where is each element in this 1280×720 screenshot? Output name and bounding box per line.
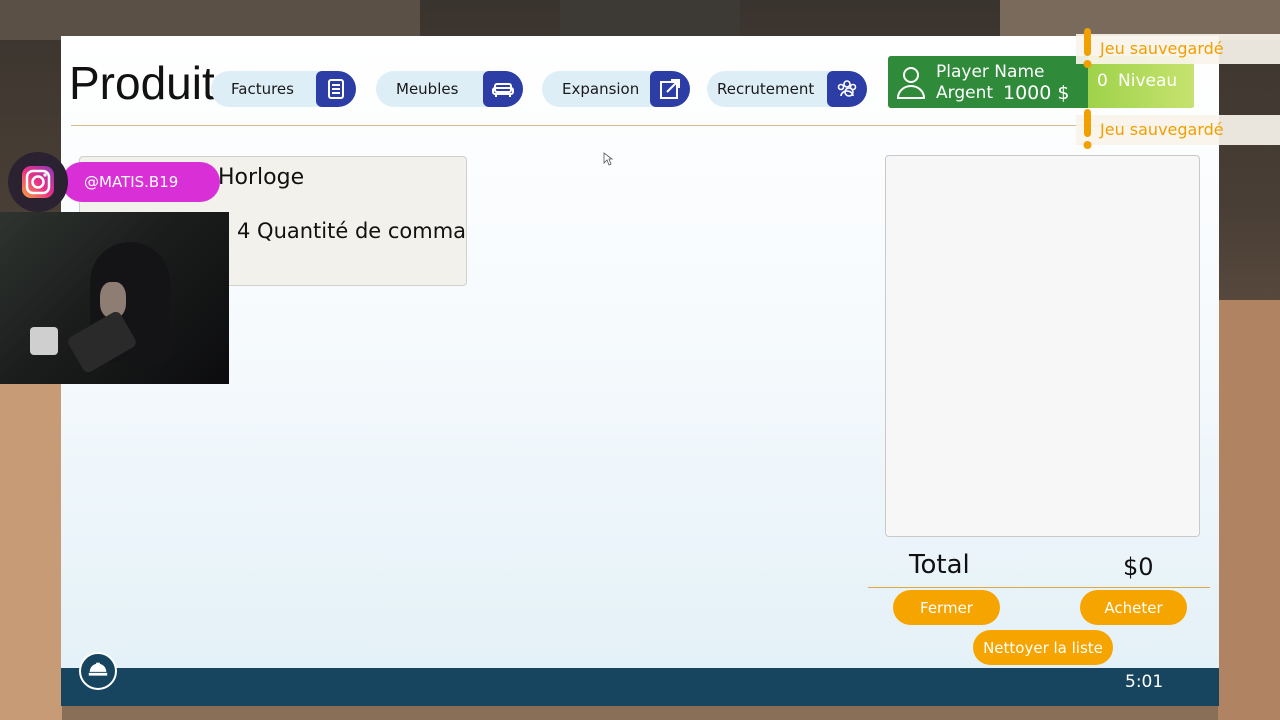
background-shape	[0, 0, 420, 40]
mouse-cursor-icon	[603, 152, 613, 166]
buy-button[interactable]: Acheter	[1080, 590, 1187, 625]
game-clock: 5:01	[1125, 672, 1164, 692]
clear-list-button[interactable]: Nettoyer la liste	[973, 630, 1113, 665]
background-shape	[560, 0, 740, 40]
user-avatar-icon	[896, 67, 926, 99]
instagram-icon	[8, 152, 68, 212]
tab-label: Recrutement	[717, 80, 815, 98]
shop-icon	[88, 662, 108, 676]
money-label: Argent	[936, 83, 994, 103]
people-icon	[827, 71, 867, 107]
total-divider	[868, 587, 1210, 588]
webcam-mug	[30, 327, 58, 355]
save-notification-text: Jeu sauvegardé	[1100, 39, 1224, 58]
sofa-icon	[483, 71, 523, 107]
background-shape	[0, 380, 62, 720]
total-value: $0	[1123, 553, 1154, 581]
player-name: Player Name	[936, 62, 1045, 82]
save-notification-text: Jeu sauvegardé	[1100, 120, 1224, 139]
product-quantity: 4 Quantité de commar	[237, 219, 467, 243]
game-window: Produits Factures Meubles Expansion Recr…	[61, 36, 1219, 706]
money-value: 1000 $	[1003, 82, 1070, 104]
tab-expansion[interactable]: Expansion	[542, 71, 690, 107]
tab-recrutement[interactable]: Recrutement	[707, 71, 867, 107]
background-shape	[1218, 300, 1280, 720]
tab-label: Meubles	[396, 80, 459, 98]
total-label: Total	[909, 550, 970, 580]
home-button[interactable]	[79, 652, 117, 690]
product-name: Horloge	[218, 165, 305, 190]
bottom-bar	[61, 668, 1219, 706]
exclamation-icon	[1083, 109, 1092, 149]
exclamation-icon	[1083, 28, 1092, 68]
invoice-icon	[316, 71, 356, 107]
cart-list[interactable]	[885, 155, 1200, 537]
close-button[interactable]: Fermer	[893, 590, 1000, 625]
title-divider	[71, 125, 1209, 126]
level-label: Niveau	[1118, 71, 1178, 91]
webcam-overlay	[0, 212, 229, 384]
tab-factures[interactable]: Factures	[211, 71, 356, 107]
tab-label: Factures	[231, 80, 294, 98]
tab-label: Expansion	[562, 80, 640, 98]
level-value: 0	[1097, 71, 1108, 91]
external-link-icon	[650, 71, 690, 107]
tab-meubles[interactable]: Meubles	[376, 71, 523, 107]
instagram-handle: @MATIS.B19	[84, 173, 179, 191]
